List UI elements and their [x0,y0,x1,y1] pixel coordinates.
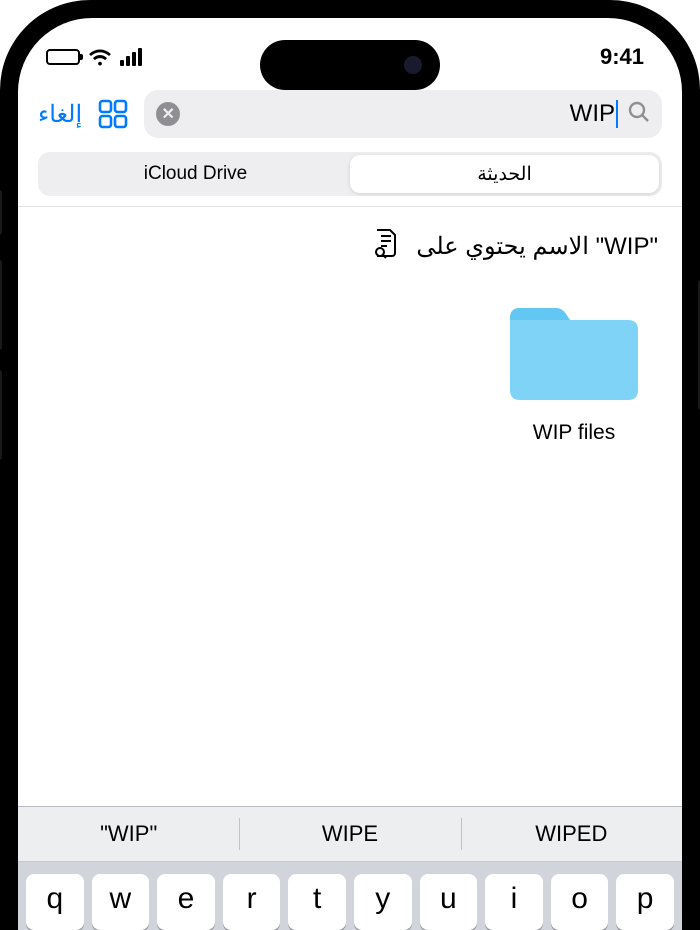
text-caret [616,100,618,128]
key-t[interactable]: t [288,874,346,930]
predictive-suggestion[interactable]: WIPED [461,807,682,861]
key-w[interactable]: w [92,874,150,930]
side-button [0,370,2,460]
search-input[interactable]: ✕ WIP [144,90,662,138]
folder-label: WIP files [533,421,615,445]
keyboard-row: q w e r t y u i o p [18,862,682,930]
side-button [0,190,2,235]
cancel-button[interactable]: إلغاء [38,100,82,129]
segment-icloud-drive[interactable]: iCloud Drive [41,155,350,193]
search-text-value: WIP [188,100,620,129]
key-p[interactable]: p [616,874,674,930]
predictive-suggestion[interactable]: WIPE [239,807,460,861]
key-r[interactable]: r [223,874,281,930]
screen: 9:41 إلغاء ✕ WIP iCloud Drive الحديثة [18,18,682,930]
key-i[interactable]: i [485,874,543,930]
key-o[interactable]: o [551,874,609,930]
results-grid: WIP files [18,276,682,465]
battery-icon [46,49,80,65]
document-search-icon [370,227,402,266]
scope-segmented-control[interactable]: iCloud Drive الحديثة [38,152,662,196]
layout-toggle-icon[interactable] [96,97,130,131]
key-q[interactable]: q [26,874,84,930]
predictive-bar: "WIP" WIPE WIPED [18,807,682,862]
clear-search-icon[interactable]: ✕ [156,102,180,126]
key-e[interactable]: e [157,874,215,930]
keyboard: "WIP" WIPE WIPED q w e r t y u i o p [18,806,682,930]
cellular-signal-icon [120,48,146,66]
folder-item[interactable]: WIP files [504,296,644,445]
segment-recents[interactable]: الحديثة [350,155,659,193]
status-time: 9:41 [600,44,644,70]
dynamic-island [260,40,440,90]
key-y[interactable]: y [354,874,412,930]
search-suggestion-row[interactable]: الاسم يحتوي على "WIP" [18,207,682,276]
search-suggestion-text: الاسم يحتوي على "WIP" [416,232,658,261]
wifi-icon [88,48,112,66]
search-icon [628,101,650,128]
predictive-suggestion[interactable]: "WIP" [18,807,239,861]
key-u[interactable]: u [420,874,478,930]
phone-frame: 9:41 إلغاء ✕ WIP iCloud Drive الحديثة [0,0,700,930]
folder-icon [504,296,644,411]
side-button [0,260,2,350]
